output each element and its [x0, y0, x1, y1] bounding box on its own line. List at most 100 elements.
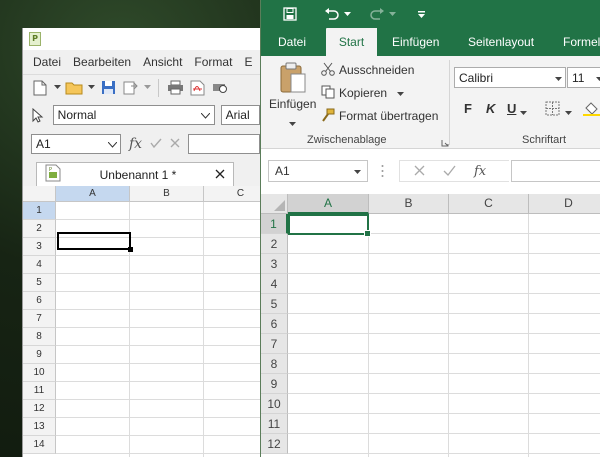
copy-button[interactable]: Kopieren [321, 83, 405, 103]
lo-column-header-b[interactable]: B [130, 186, 204, 202]
formula-bar-grip-icon[interactable] [381, 164, 384, 181]
print-preview-icon[interactable] [210, 79, 228, 97]
lo-menu-format[interactable]: Format [194, 55, 238, 69]
new-document-icon[interactable] [31, 79, 49, 97]
chevron-down-icon[interactable] [354, 164, 361, 178]
lo-row-header[interactable]: 1 [23, 202, 56, 220]
chevron-down-icon[interactable] [341, 4, 353, 24]
font-name-select[interactable]: Calibri [454, 67, 566, 88]
tab-seitenlayout[interactable]: Seitenlayout [468, 28, 534, 56]
tab-datei[interactable]: Datei [278, 28, 306, 56]
chevron-down-icon[interactable] [555, 71, 562, 85]
lo-row-header[interactable]: 11 [23, 382, 56, 400]
chevron-down-icon[interactable] [107, 137, 118, 151]
excel-column-header-a[interactable]: A [288, 194, 369, 214]
lo-name-box[interactable]: A1 [31, 134, 121, 154]
excel-select-all-corner[interactable] [261, 194, 288, 214]
cut-button[interactable]: Ausschneiden [321, 60, 414, 80]
excel-row-header[interactable]: 11 [261, 414, 288, 434]
lo-row-header[interactable]: 2 [23, 220, 56, 238]
lo-active-cell-a1[interactable] [57, 232, 133, 252]
excel-column-header-d[interactable]: D [529, 194, 600, 214]
excel-name-box[interactable]: A1 [268, 160, 368, 182]
print-icon[interactable] [166, 79, 184, 97]
lo-column-header-a[interactable]: A [56, 186, 130, 202]
paste-clipboard-icon[interactable] [279, 62, 307, 97]
lo-row-header[interactable]: 9 [23, 346, 56, 364]
excel-row-header[interactable]: 6 [261, 314, 288, 334]
cancel-x-icon[interactable] [414, 163, 425, 179]
checkmark-icon[interactable] [150, 137, 162, 151]
chevron-down-icon[interactable] [143, 79, 151, 97]
chevron-down-icon[interactable] [596, 71, 600, 85]
lo-spreadsheet-grid[interactable]: A B C 1 2 3 4 5 6 7 8 9 10 11 12 13 14 [23, 186, 260, 457]
excel-spreadsheet-grid[interactable]: A B C D 1 2 3 4 5 6 7 8 9 10 11 12 [261, 194, 600, 457]
undo-icon[interactable] [321, 4, 343, 24]
pdf-export-icon[interactable] [188, 79, 206, 97]
lo-row-header[interactable]: 14 [23, 436, 56, 454]
customize-qat-icon[interactable] [413, 4, 429, 24]
close-icon[interactable] [215, 168, 225, 182]
excel-row-header[interactable]: 8 [261, 354, 288, 374]
underline-button[interactable]: U [507, 98, 516, 118]
excel-row-header[interactable]: 7 [261, 334, 288, 354]
lo-menu-bearbeiten[interactable]: Bearbeiten [73, 55, 137, 69]
save-icon[interactable] [279, 4, 301, 24]
select-cursor-icon[interactable] [29, 106, 47, 124]
font-size-select[interactable]: 11 [567, 67, 600, 88]
format-painter-button[interactable]: Format übertragen [321, 106, 438, 126]
lo-menu-datei[interactable]: Datei [33, 55, 67, 69]
chevron-down-icon[interactable] [289, 116, 296, 130]
excel-row-header[interactable]: 9 [261, 374, 288, 394]
chevron-down-icon[interactable] [397, 86, 405, 100]
paste-button-label[interactable]: Einfügen [269, 97, 316, 111]
cancel-x-icon[interactable] [170, 137, 180, 151]
chevron-down-icon[interactable] [87, 79, 95, 97]
lo-formula-input[interactable] [188, 134, 260, 154]
lo-row-header[interactable]: 10 [23, 364, 56, 382]
checkmark-icon[interactable] [443, 163, 456, 179]
chevron-down-icon[interactable] [565, 103, 572, 123]
excel-row-header[interactable]: 4 [261, 274, 288, 294]
excel-row-header[interactable]: 5 [261, 294, 288, 314]
bold-button[interactable]: F [464, 98, 472, 118]
export-icon[interactable] [121, 79, 139, 97]
excel-row-header[interactable]: 3 [261, 254, 288, 274]
chevron-down-icon[interactable] [386, 4, 398, 24]
excel-row-header[interactable]: 12 [261, 434, 288, 454]
lo-document-tab[interactable]: P Unbenannt 1 * [36, 162, 234, 186]
tab-formeln[interactable]: Formeln [563, 28, 600, 56]
excel-formula-input[interactable] [511, 160, 600, 182]
chevron-down-icon[interactable] [53, 79, 61, 97]
lo-row-header[interactable]: 8 [23, 328, 56, 346]
lo-row-header[interactable]: 7 [23, 310, 56, 328]
excel-column-header-c[interactable]: C [449, 194, 529, 214]
lo-row-header[interactable]: 12 [23, 400, 56, 418]
lo-row-header[interactable]: 3 [23, 238, 56, 256]
excel-active-cell-a1[interactable] [288, 214, 371, 237]
lo-font-name-select[interactable]: Arial [220, 105, 260, 125]
fill-color-icon[interactable] [583, 98, 600, 118]
excel-row-header[interactable]: 2 [261, 234, 288, 254]
insert-function-icon[interactable]: fx [474, 164, 486, 179]
function-wizard-icon[interactable]: fx [129, 136, 142, 152]
italic-button[interactable]: K [486, 98, 495, 118]
dialog-launcher-icon[interactable] [441, 136, 449, 150]
borders-icon[interactable] [545, 98, 560, 118]
lo-column-header-c[interactable]: C [204, 186, 260, 202]
lo-row-header[interactable]: 6 [23, 292, 56, 310]
redo-icon[interactable] [366, 4, 388, 24]
lo-corner-header[interactable] [23, 186, 56, 202]
lo-row-header[interactable]: 4 [23, 256, 56, 274]
excel-row-header[interactable]: 10 [261, 394, 288, 414]
lo-row-header[interactable]: 5 [23, 274, 56, 292]
lo-paragraph-style-select[interactable]: Normal [52, 105, 215, 125]
chevron-down-icon[interactable] [520, 103, 527, 123]
open-folder-icon[interactable] [65, 79, 83, 97]
tab-einfuegen[interactable]: Einfügen [392, 28, 439, 56]
lo-row-header[interactable]: 13 [23, 418, 56, 436]
lo-menu-extras-truncated[interactable]: E [244, 55, 258, 69]
excel-row-header[interactable]: 1 [261, 214, 288, 234]
tab-start[interactable]: Start [326, 28, 377, 56]
excel-column-header-b[interactable]: B [369, 194, 449, 214]
